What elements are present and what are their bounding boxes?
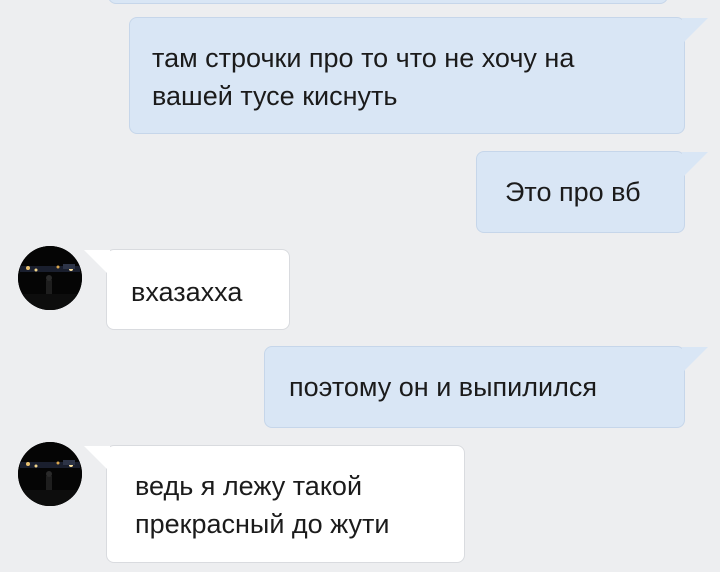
user-avatar[interactable]: [18, 442, 82, 506]
user-avatar-photo-icon: [18, 442, 82, 506]
bubble-tail: [84, 446, 110, 472]
message-text: там строчки про то что не хочу на вашей …: [152, 43, 575, 111]
message-bubble-partial: [108, 0, 668, 4]
message-list[interactable]: там строчки про то что не хочу на вашей …: [0, 0, 720, 572]
message-text: Это про вб: [505, 177, 641, 207]
message-text: поэтому он и выпилился: [289, 372, 597, 402]
message-bubble-incoming[interactable]: ведь я лежу такой прекрасный до жути: [106, 445, 465, 563]
message-bubble-outgoing[interactable]: там строчки про то что не хочу на вашей …: [129, 17, 685, 134]
bubble-tail: [682, 347, 708, 373]
message-bubble-outgoing[interactable]: поэтому он и выпилился: [264, 346, 685, 428]
message-bubble-outgoing[interactable]: Это про вб: [476, 151, 685, 233]
message-text: вхазахха: [131, 277, 243, 307]
bubble-tail: [84, 250, 110, 276]
message-bubble-incoming[interactable]: вхазахха: [106, 249, 290, 330]
bubble-tail: [682, 152, 708, 178]
message-text: ведь я лежу такой прекрасный до жути: [135, 471, 390, 539]
user-avatar-photo-icon: [18, 246, 82, 310]
bubble-tail: [682, 18, 708, 44]
user-avatar[interactable]: [18, 246, 82, 310]
